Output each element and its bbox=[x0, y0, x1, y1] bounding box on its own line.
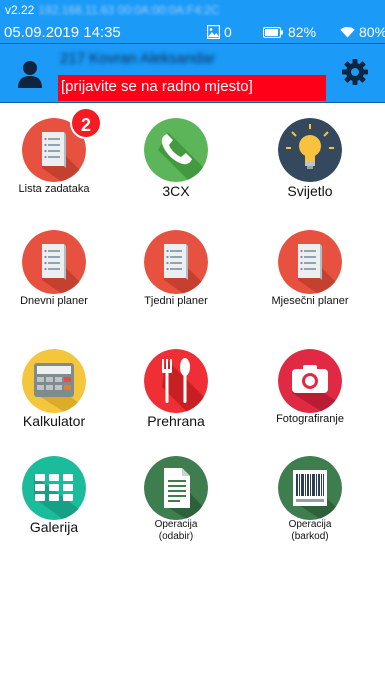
tile-operacija-barkod[interactable]: Operacija (barkod) bbox=[246, 456, 374, 556]
image-icon bbox=[207, 25, 220, 39]
calculator-icon bbox=[22, 349, 86, 413]
camera-icon bbox=[278, 349, 342, 413]
task-list-icon bbox=[22, 230, 86, 294]
tile-label: Prehrana bbox=[147, 413, 205, 429]
battery-status: 82% bbox=[263, 24, 316, 40]
gallery-grid-icon bbox=[22, 456, 86, 520]
tile-operacija-odabir[interactable]: Operacija (odabir) bbox=[112, 456, 240, 556]
tile-label: Svijetlo bbox=[287, 183, 333, 199]
tile-label: Galerija bbox=[29, 519, 79, 535]
image-count: 0 bbox=[224, 24, 232, 40]
gear-icon[interactable] bbox=[342, 59, 368, 85]
wifi-status: 80% bbox=[340, 24, 385, 40]
tile-label: 3CX bbox=[162, 183, 190, 199]
user-bar: 217 Kovran Aleksandar [prijavite se na r… bbox=[0, 43, 385, 103]
version-line: v2.22 192.168.11.63 00:0A:00:0A:F4:2C bbox=[5, 3, 220, 17]
tile-label: Kalkulator bbox=[22, 413, 86, 429]
tile-3cx[interactable]: 3CX bbox=[112, 118, 240, 218]
light-bulb-icon bbox=[278, 118, 342, 182]
tile-dnevni-planer[interactable]: Dnevni planer bbox=[0, 230, 118, 330]
status-bar: 05.09.2019 14:35 0 82% 80% bbox=[0, 22, 385, 42]
tile-kalkulator[interactable]: Kalkulator bbox=[0, 349, 118, 449]
task-count-badge: 2 bbox=[70, 107, 102, 139]
tile-fotografiranje[interactable]: Fotografiranje bbox=[246, 349, 374, 449]
fork-spoon-icon bbox=[144, 349, 208, 413]
version-label: v2.22 bbox=[5, 3, 35, 17]
date-time: 05.09.2019 14:35 bbox=[4, 24, 121, 41]
phone-icon bbox=[144, 118, 208, 182]
battery-icon bbox=[263, 26, 283, 38]
task-list-icon bbox=[278, 230, 342, 294]
tile-label: Lista zadataka bbox=[18, 183, 90, 195]
barcode-icon bbox=[278, 456, 342, 520]
tile-prehrana[interactable]: Prehrana bbox=[112, 349, 240, 449]
ip-address: 192.168.11.63 00:0A:00:0A:F4:2C bbox=[38, 3, 220, 17]
wifi-icon bbox=[340, 26, 355, 38]
tile-label: Fotografiranje bbox=[276, 413, 344, 425]
wifi-level: 80% bbox=[359, 24, 385, 40]
app-header: v2.22 192.168.11.63 00:0A:00:0A:F4:2C 05.… bbox=[0, 0, 385, 103]
tile-tjedni-planer[interactable]: Tjedni planer bbox=[112, 230, 240, 330]
tile-label: Operacija (barkod) bbox=[288, 519, 332, 542]
login-notice[interactable]: [prijavite se na radno mjesto] bbox=[58, 75, 326, 101]
tile-lista-zadataka[interactable]: 2 Lista zadataka bbox=[0, 107, 118, 218]
document-icon bbox=[144, 456, 208, 520]
task-list-icon bbox=[144, 230, 208, 294]
battery-level: 82% bbox=[288, 24, 317, 40]
tile-label: Operacija (odabir) bbox=[154, 519, 198, 542]
tile-galerija[interactable]: Galerija bbox=[0, 456, 118, 556]
tile-mjesecni-planer[interactable]: Mjesečni planer bbox=[246, 230, 374, 330]
tile-svijetlo[interactable]: Svijetlo bbox=[246, 118, 374, 218]
tile-label: Dnevni planer bbox=[20, 295, 88, 307]
user-icon[interactable] bbox=[18, 60, 42, 88]
username: 217 Kovran Aleksandar bbox=[60, 50, 216, 67]
image-notification: 0 bbox=[207, 24, 232, 40]
tile-label: Tjedni planer bbox=[144, 295, 208, 307]
tile-label: Mjesečni planer bbox=[271, 295, 349, 307]
